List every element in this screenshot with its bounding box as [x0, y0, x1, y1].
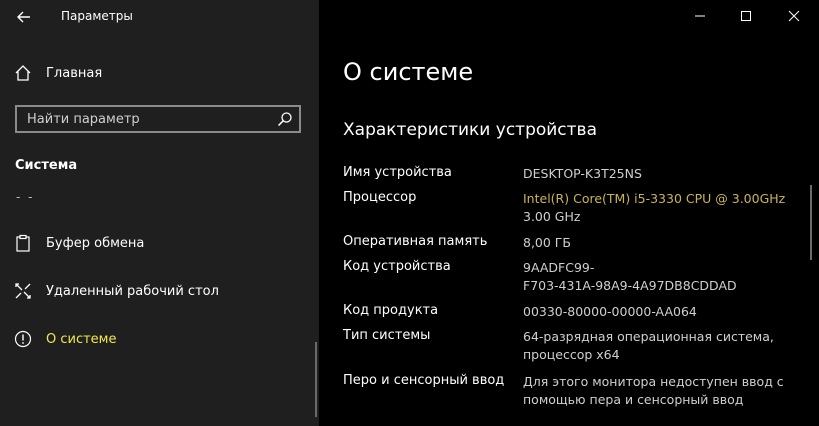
spec-label: Перо и сенсорный ввод: [343, 373, 505, 388]
processor-speed: 3.00 GHz: [523, 209, 581, 224]
info-icon: [14, 330, 32, 348]
sidebar-item-partial[interactable]: - -: [16, 190, 34, 204]
back-button[interactable]: [12, 6, 36, 28]
spec-value: Intel(R) Core(TM) i5-3330 CPU @ 3.00GHz …: [523, 190, 803, 226]
spec-label: Код устройства: [343, 259, 451, 274]
minimize-icon: [695, 15, 705, 17]
pen-touch-line2: помощью пера и сенсорный ввод: [523, 392, 744, 407]
sidebar-item-label: О системе: [46, 331, 117, 347]
spec-value: 8,00 ГБ: [523, 235, 572, 250]
search-box[interactable]: [15, 105, 301, 133]
spec-value: Для этого монитора недоступен ввод с пом…: [523, 373, 803, 409]
maximize-icon: [741, 11, 751, 21]
page-title: О системе: [343, 58, 474, 86]
system-type-line2: процессор x64: [523, 347, 620, 362]
remote-desktop-icon: [14, 282, 32, 300]
sidebar-item-label: Удаленный рабочий стол: [46, 283, 219, 299]
device-id-line1: 9AADFC99-: [523, 260, 595, 275]
sidebar: Параметры Главная Система - - Буфер обме…: [0, 0, 319, 426]
sidebar-scrollbar[interactable]: [315, 342, 317, 417]
search-input[interactable]: [27, 107, 267, 131]
spec-value: 9AADFC99- F703-431A-98A9-4A97DB8CDDAD: [523, 259, 803, 295]
pen-touch-line1: Для этого монитора недоступен ввод с: [523, 374, 784, 389]
sidebar-item-about[interactable]: О системе: [0, 320, 319, 358]
spec-label: Имя устройства: [343, 165, 452, 180]
app-title: Параметры: [61, 9, 133, 23]
main-content: О системе Характеристики устройства Имя …: [319, 0, 819, 426]
spec-label: Код продукта: [343, 303, 439, 318]
spec-value: 00330-80000-00000-AA064: [523, 304, 697, 319]
main-scrollbar[interactable]: [810, 185, 812, 260]
spec-label: Оперативная память: [343, 234, 488, 249]
sidebar-item-remote-desktop[interactable]: Удаленный рабочий стол: [0, 272, 319, 310]
system-type-line1: 64-разрядная операционная система,: [523, 329, 774, 344]
processor-model: Intel(R) Core(TM) i5-3330 CPU @ 3.00GHz: [523, 191, 786, 206]
close-button[interactable]: [771, 0, 817, 32]
sidebar-item-label: Главная: [46, 65, 103, 81]
minimize-button[interactable]: [677, 0, 723, 32]
sidebar-item-label: Буфер обмена: [46, 235, 145, 251]
home-icon: [14, 64, 32, 82]
back-arrow-icon: [17, 11, 30, 23]
maximize-button[interactable]: [723, 0, 769, 32]
spec-label: Процессор: [343, 190, 417, 205]
section-title: Характеристики устройства: [343, 120, 597, 140]
search-icon[interactable]: [277, 111, 293, 127]
spec-value: DESKTOP-K3T25NS: [523, 166, 642, 181]
device-id-line2: F703-431A-98A9-4A97DB8CDDAD: [523, 278, 737, 293]
spec-label: Тип системы: [343, 328, 431, 343]
sidebar-item-clipboard[interactable]: Буфер обмена: [0, 224, 319, 262]
sidebar-item-home[interactable]: Главная: [0, 54, 319, 92]
spec-value: 64-разрядная операционная система, проце…: [523, 328, 803, 364]
clipboard-icon: [14, 234, 32, 252]
section-title: Система: [15, 158, 78, 173]
close-icon: [788, 10, 800, 22]
